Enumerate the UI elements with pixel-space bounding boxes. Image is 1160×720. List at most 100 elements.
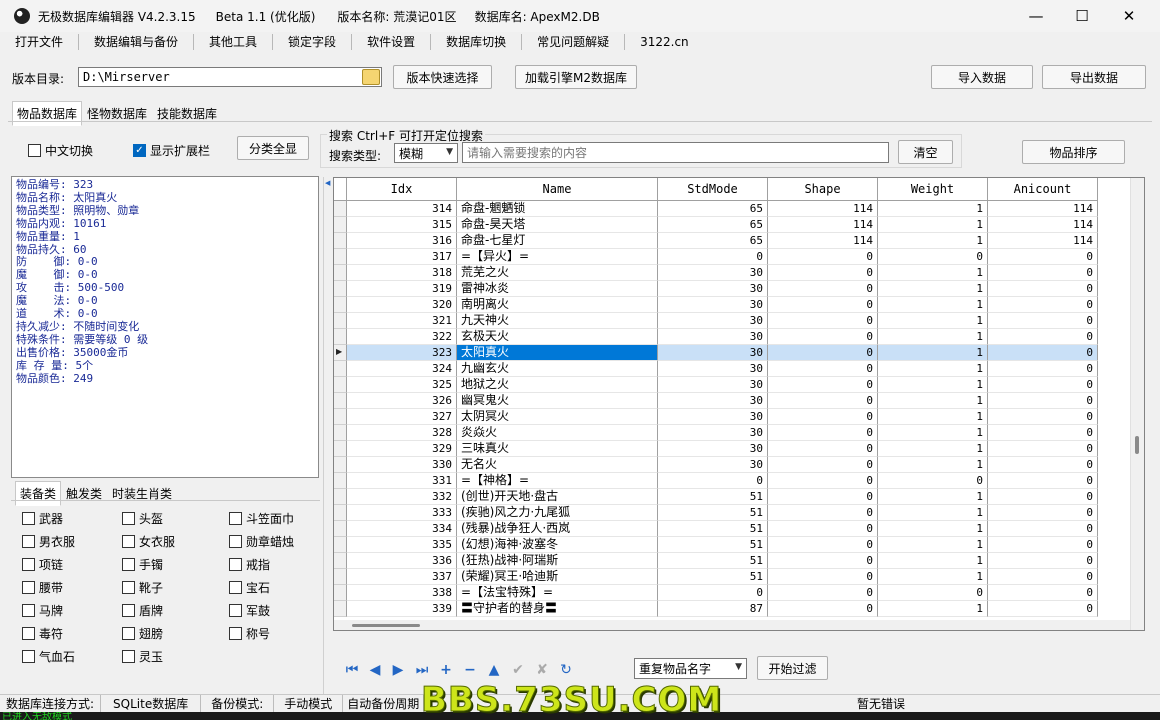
nav-prev-icon[interactable]: ◀: [366, 661, 384, 679]
table-row[interactable]: 327 太阴冥火 30 0 1 0: [334, 409, 1098, 425]
category-checkbox[interactable]: 灵玉: [122, 648, 163, 665]
load-engine-button[interactable]: 加载引擎M2数据库: [515, 65, 637, 89]
checkbox-box[interactable]: [122, 558, 135, 571]
table-cell[interactable]: (狂热)战神·阿瑞斯: [457, 553, 658, 569]
table-cell[interactable]: 0: [768, 521, 878, 537]
category-checkbox[interactable]: 女衣服: [122, 533, 175, 550]
table-row[interactable]: 336 (狂热)战神·阿瑞斯 51 0 1 0: [334, 553, 1098, 569]
table-row[interactable]: 338 =【法宝特殊】= 0 0 0 0: [334, 585, 1098, 601]
table-cell[interactable]: =【法宝特殊】=: [457, 585, 658, 601]
row-indicator[interactable]: ▶: [334, 345, 347, 361]
grid-column-header[interactable]: Shape: [768, 178, 878, 200]
category-checkbox[interactable]: 斗笠面巾: [229, 510, 294, 527]
table-cell[interactable]: 316: [347, 233, 457, 249]
table-cell[interactable]: 0: [658, 473, 768, 489]
table-cell[interactable]: 命盘-昊天塔: [457, 217, 658, 233]
table-cell[interactable]: 0: [988, 393, 1098, 409]
checkbox-box[interactable]: [22, 535, 35, 548]
row-indicator[interactable]: [334, 281, 347, 297]
table-cell[interactable]: (荣耀)冥王·哈迪斯: [457, 569, 658, 585]
search-input[interactable]: 请输入需要搜索的内容: [462, 142, 889, 163]
show-ext-checkbox[interactable]: ✓ 显示扩展栏: [133, 142, 210, 159]
table-cell[interactable]: 1: [878, 217, 988, 233]
table-row[interactable]: 326 幽冥鬼火 30 0 1 0: [334, 393, 1098, 409]
row-indicator[interactable]: [334, 233, 347, 249]
table-cell[interactable]: 0: [768, 361, 878, 377]
table-row[interactable]: 333 (疾驰)风之力·九尾狐 51 0 1 0: [334, 505, 1098, 521]
table-cell[interactable]: 0: [988, 569, 1098, 585]
table-cell[interactable]: 114: [988, 201, 1098, 217]
table-cell[interactable]: 0: [768, 313, 878, 329]
checkbox-box[interactable]: [122, 581, 135, 594]
table-cell[interactable]: 336: [347, 553, 457, 569]
checkbox-box[interactable]: [122, 627, 135, 640]
table-cell[interactable]: 0: [768, 489, 878, 505]
checkbox-checked-box[interactable]: ✓: [133, 144, 146, 157]
row-indicator[interactable]: [334, 201, 347, 217]
table-cell[interactable]: 30: [658, 361, 768, 377]
category-checkbox[interactable]: 项链: [22, 556, 63, 573]
table-cell[interactable]: 0: [988, 297, 1098, 313]
menu-db-switch[interactable]: 数据库切换: [431, 34, 523, 50]
menu-other-tools[interactable]: 其他工具: [194, 34, 274, 50]
checkbox-box[interactable]: [122, 604, 135, 617]
table-row[interactable]: 321 九天神火 30 0 1 0: [334, 313, 1098, 329]
table-cell[interactable]: 323: [347, 345, 457, 361]
table-cell[interactable]: 0: [988, 361, 1098, 377]
table-cell[interactable]: 0: [988, 345, 1098, 361]
table-cell[interactable]: 1: [878, 201, 988, 217]
table-row[interactable]: ▶ 323 太阳真火 30 0 1 0: [334, 345, 1098, 361]
table-cell[interactable]: 51: [658, 569, 768, 585]
checkbox-box[interactable]: [122, 512, 135, 525]
tab-trigger[interactable]: 触发类: [61, 481, 107, 506]
table-cell[interactable]: 30: [658, 377, 768, 393]
nav-last-icon[interactable]: ⏭: [413, 661, 431, 679]
table-cell[interactable]: 命盘-七星灯: [457, 233, 658, 249]
table-row[interactable]: 337 (荣耀)冥王·哈迪斯 51 0 1 0: [334, 569, 1098, 585]
table-cell[interactable]: 0: [658, 249, 768, 265]
table-row[interactable]: 318 荒芜之火 30 0 1 0: [334, 265, 1098, 281]
table-cell[interactable]: 1: [878, 233, 988, 249]
scroll-thumb[interactable]: [1135, 436, 1139, 454]
show-all-categories-button[interactable]: 分类全显: [237, 136, 309, 160]
table-row[interactable]: 324 九幽玄火 30 0 1 0: [334, 361, 1098, 377]
checkbox-box[interactable]: [22, 512, 35, 525]
table-row[interactable]: 320 南明离火 30 0 1 0: [334, 297, 1098, 313]
table-cell[interactable]: 30: [658, 345, 768, 361]
table-cell[interactable]: 0: [768, 569, 878, 585]
table-cell[interactable]: 114: [988, 217, 1098, 233]
row-indicator[interactable]: [334, 569, 347, 585]
table-cell[interactable]: (疾驰)风之力·九尾狐: [457, 505, 658, 521]
row-indicator[interactable]: [334, 425, 347, 441]
checkbox-box[interactable]: [22, 650, 35, 663]
row-indicator[interactable]: [334, 329, 347, 345]
table-row[interactable]: 331 =【神格】= 0 0 0 0: [334, 473, 1098, 489]
table-cell[interactable]: 1: [878, 457, 988, 473]
table-cell[interactable]: 1: [878, 297, 988, 313]
table-cell[interactable]: 0: [988, 441, 1098, 457]
table-cell[interactable]: 0: [878, 585, 988, 601]
table-cell[interactable]: 0: [988, 281, 1098, 297]
row-indicator[interactable]: [334, 505, 347, 521]
row-indicator[interactable]: [334, 537, 347, 553]
table-cell[interactable]: 334: [347, 521, 457, 537]
table-cell[interactable]: 30: [658, 329, 768, 345]
table-cell[interactable]: 325: [347, 377, 457, 393]
nav-cancel-icon[interactable]: ✘: [533, 661, 551, 679]
row-indicator[interactable]: [334, 585, 347, 601]
table-cell[interactable]: 51: [658, 537, 768, 553]
row-indicator[interactable]: [334, 297, 347, 313]
category-checkbox[interactable]: 武器: [22, 510, 63, 527]
table-cell[interactable]: 荒芜之火: [457, 265, 658, 281]
table-cell[interactable]: 314: [347, 201, 457, 217]
checkbox-box[interactable]: [229, 627, 242, 640]
table-cell[interactable]: 地狱之火: [457, 377, 658, 393]
table-cell[interactable]: 65: [658, 233, 768, 249]
table-cell[interactable]: 0: [768, 393, 878, 409]
table-cell[interactable]: 1: [878, 425, 988, 441]
table-cell[interactable]: 1: [878, 601, 988, 617]
table-cell[interactable]: 0: [768, 457, 878, 473]
table-row[interactable]: 322 玄极天火 30 0 1 0: [334, 329, 1098, 345]
menu-website[interactable]: 3122.cn: [625, 34, 704, 50]
table-cell[interactable]: 320: [347, 297, 457, 313]
